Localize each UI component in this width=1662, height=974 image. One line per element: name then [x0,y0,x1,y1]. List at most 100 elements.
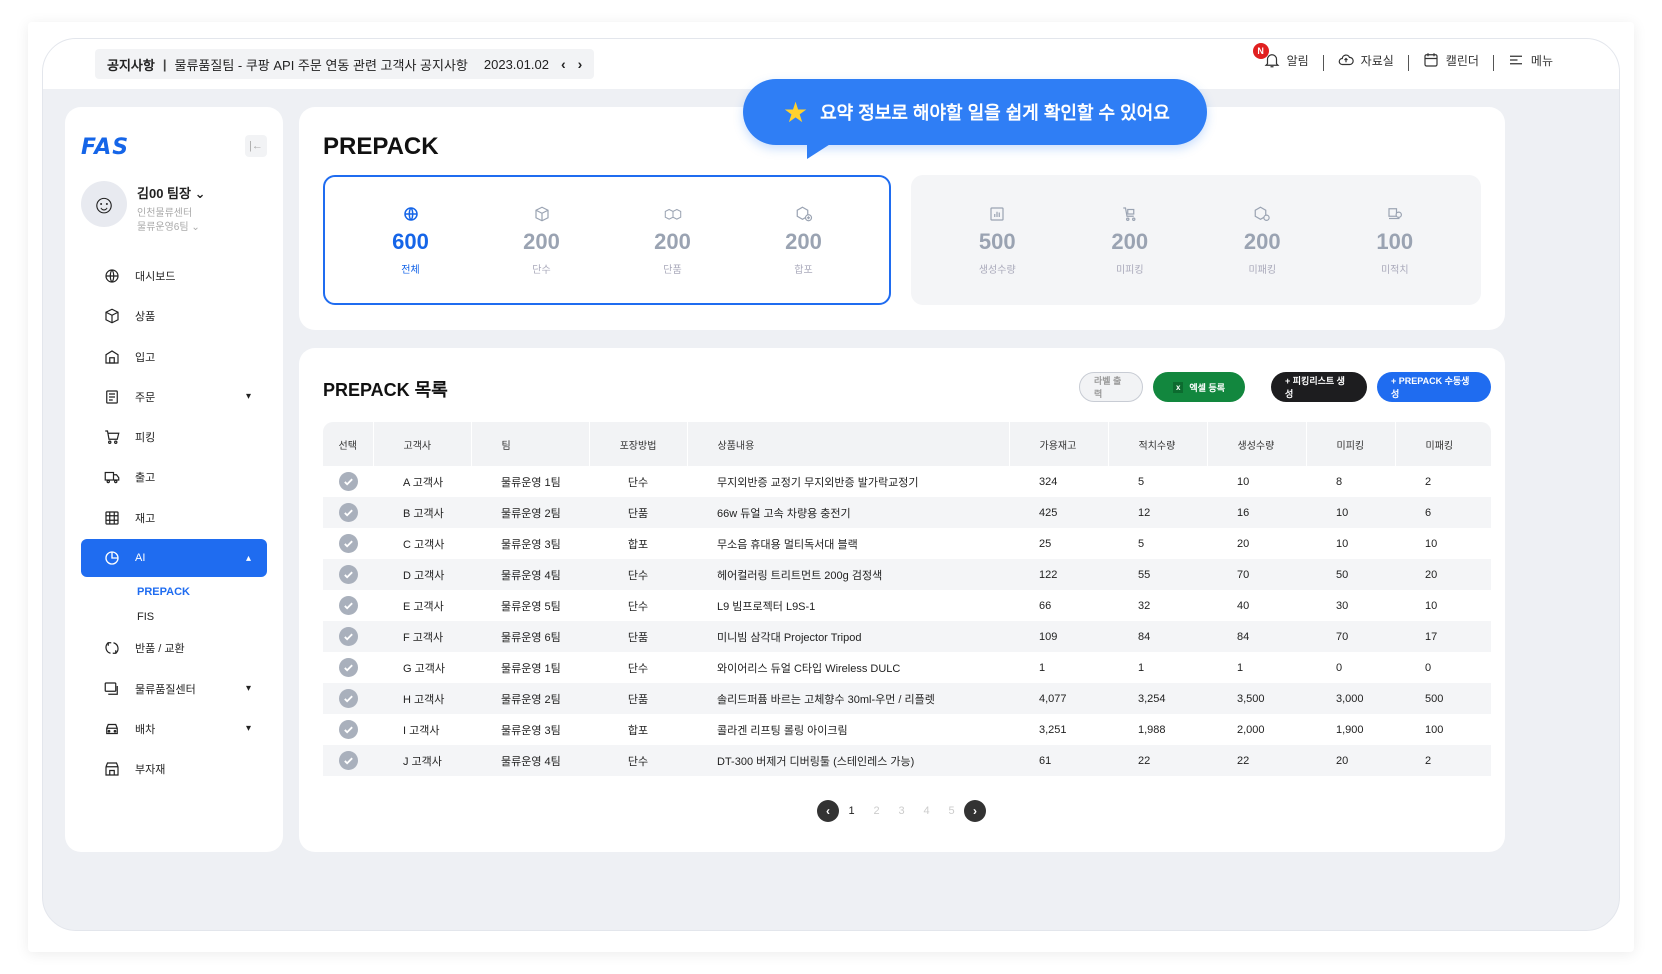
stat-combined[interactable]: 200 합포 [744,205,864,276]
sidebar-item-outbound[interactable]: 출고 [81,458,267,496]
fas-logo[interactable]: FAS [81,135,129,160]
sidebar-item-inbound[interactable]: 입고 [81,338,267,376]
user-name[interactable]: 김00 팀장 ⌄ [137,183,205,202]
stat-label: 미패킹 [1248,264,1277,276]
check-icon [343,695,353,703]
table-row[interactable]: D 고객사 물류운영 4팀 단수 헤어컬러링 트리트먼트 200g 검정색 122 55 7… [323,559,1491,590]
available-stock-cell: 324 [1039,475,1058,488]
user-team[interactable]: 물류운영6팀 ⌄ [137,221,205,235]
col-client[interactable]: 고객사 [373,422,472,466]
row-checkbox[interactable] [338,534,358,553]
sidebar-item-inventory[interactable]: 재고 [81,499,267,537]
notice-next-icon[interactable]: › [578,56,583,72]
stat-single[interactable]: 200 단수 [482,205,602,276]
table-row[interactable]: G 고객사 물류운영 1팀 단수 와이어리스 듀얼 C타입 Wireless DULC… [323,652,1491,683]
stat-value: 100 [1376,228,1414,254]
row-checkbox[interactable] [338,503,358,522]
create-picking-list-button[interactable]: + 피킹리스트 생성 [1271,372,1367,402]
table-row[interactable]: B 고객사 물류운영 2팀 단품 66w 듀얼 고속 차량용 충전기 425 12 16 10… [323,497,1491,528]
notice-bar[interactable]: 공지사항 | 물류품질팀 - 쿠팡 API 주문 연동 관련 고객사 공지사항 … [95,49,595,79]
stat-label: 단수 [532,264,551,276]
client-cell: I 고객사 [403,724,440,737]
sidebar-item-dashboard[interactable]: 대시보드 [81,257,267,295]
row-checkbox[interactable] [338,627,358,646]
sidebar-item-ai[interactable]: AI ▴ [81,539,267,578]
table-row[interactable]: J 고객사 물류운영 4팀 단수 DT-300 버제거 디버링툴 (스테인레스 가능)… [323,745,1491,776]
stat-unstored[interactable]: 100 미적치 [1335,205,1455,276]
row-checkbox[interactable] [338,751,358,770]
collapse-sidebar-button[interactable]: |← [245,135,267,157]
row-checkbox[interactable] [338,472,358,491]
row-checkbox[interactable] [338,565,358,584]
unpicked-cell: 8 [1336,475,1343,488]
table-row[interactable]: C 고객사 물류운영 3팀 합포 무소음 휴대용 멀티독서대 블랙 25 5 20 10 10 [323,528,1491,559]
sidebar-item-picking[interactable]: 피킹 [81,418,267,456]
page-1[interactable]: 1 [839,805,864,817]
next-page-icon[interactable]: › [964,800,986,822]
sidebar-item-materials[interactable]: 부자재 [81,750,267,788]
user-profile[interactable]: ☺ 김00 팀장 ⌄ 인천물류센터 물류운영6팀 ⌄ [81,181,205,235]
calendar-button[interactable]: 캘린더 [1407,51,1493,71]
sidebar-subitem-fis[interactable]: FIS [81,604,267,629]
notice-date: 2023.01.02 [483,56,549,72]
page-3[interactable]: 3 [889,805,914,817]
archive-button[interactable]: 자료실 [1322,51,1408,71]
select-cell [323,621,373,652]
stored-qty-cell: 22 [1138,754,1151,767]
unpicked-cell: 70 [1336,630,1349,643]
page-5[interactable]: 5 [939,805,964,817]
sidebar-item-products[interactable]: 상품 [81,297,267,335]
col-created-qty[interactable]: 생성수량 [1207,422,1307,466]
stat-created[interactable]: 500 생성수량 [937,205,1057,276]
stat-unpicked[interactable]: 200 미피킹 [1070,205,1190,276]
select-cell [323,528,373,559]
page-title: PREPACK [323,133,439,160]
col-packing[interactable]: 포장방법 [589,422,688,466]
stat-unit[interactable]: 200 단품 [613,205,733,276]
create-prepack-button[interactable]: + PREPACK 수동생성 [1377,372,1491,402]
alerts-button[interactable]: N 알림 [1249,43,1323,69]
available-stock-cell: 425 [1039,506,1058,519]
prev-page-icon[interactable]: ‹ [817,800,839,822]
col-team[interactable]: 팀 [471,422,590,466]
table-row[interactable]: A 고객사 물류운영 1팀 단수 무지외반증 교정기 무지외반증 발가락교정기 324 5… [323,466,1491,497]
col-unpacked[interactable]: 미패킹 [1395,422,1491,466]
check-icon [343,757,353,765]
col-available-stock[interactable]: 가용재고 [1009,422,1109,466]
table-row[interactable]: H 고객사 물류운영 2팀 단품 솔리드퍼퓸 바르는 고체향수 30ml-우먼 / 리… [323,683,1491,714]
page-2[interactable]: 2 [864,805,889,817]
col-product[interactable]: 상품내용 [687,422,1010,466]
sidebar-item-dispatch[interactable]: 배차 ▾ [81,710,267,748]
sidebar-item-quality-center[interactable]: 물류품질센터 ▾ [81,670,267,708]
stat-all[interactable]: 600 전체 [351,205,471,276]
row-checkbox[interactable] [338,658,358,677]
available-stock-cell: 109 [1039,630,1058,643]
notice-text[interactable]: 물류품질팀 - 쿠팡 API 주문 연동 관련 고객사 공지사항 [174,55,467,74]
table-row[interactable]: I 고객사 물류운영 3팀 합포 콜라겐 리프팅 롤링 아이크림 3,251 1,988 2… [323,714,1491,745]
client-cell: B 고객사 [403,507,444,520]
sidebar-subitem-prepack[interactable]: PREPACK [81,579,267,604]
chevron-down-icon: ⌄ [194,186,206,201]
label-print-button[interactable]: 라벨 출력 [1079,372,1143,402]
col-unpicked[interactable]: 미피킹 [1306,422,1396,466]
row-checkbox[interactable] [338,596,358,615]
sidebar-item-orders[interactable]: 주문 ▾ [81,378,267,416]
unpicked-cell: 20 [1336,754,1349,767]
available-stock-cell: 66 [1039,599,1052,612]
sidebar-item-returns[interactable]: 반품 / 교환 [81,629,267,667]
select-cell [323,745,373,776]
stat-label: 전체 [401,264,420,276]
row-checkbox[interactable] [338,720,358,739]
client-cell: A 고객사 [403,476,444,489]
row-checkbox[interactable] [338,689,358,708]
stat-unpacked[interactable]: 200 미패킹 [1202,205,1322,276]
page-4[interactable]: 4 [914,805,939,817]
stored-qty-cell: 1 [1138,661,1145,674]
table-row[interactable]: F 고객사 물류운영 6팀 단품 미니빔 삼각대 Projector Tripod 10… [323,621,1491,652]
menu-button[interactable]: 메뉴 [1492,51,1567,71]
excel-upload-button[interactable]: x 엑셀 등록 [1153,372,1245,402]
table-row[interactable]: E 고객사 물류운영 5팀 단수 L9 빔프로젝터 L9S-1 66 32 40 30 10 [323,590,1491,621]
col-stored-qty[interactable]: 적치수량 [1108,422,1208,466]
notice-prev-icon[interactable]: ‹ [561,56,566,72]
available-stock-cell: 122 [1039,568,1058,581]
